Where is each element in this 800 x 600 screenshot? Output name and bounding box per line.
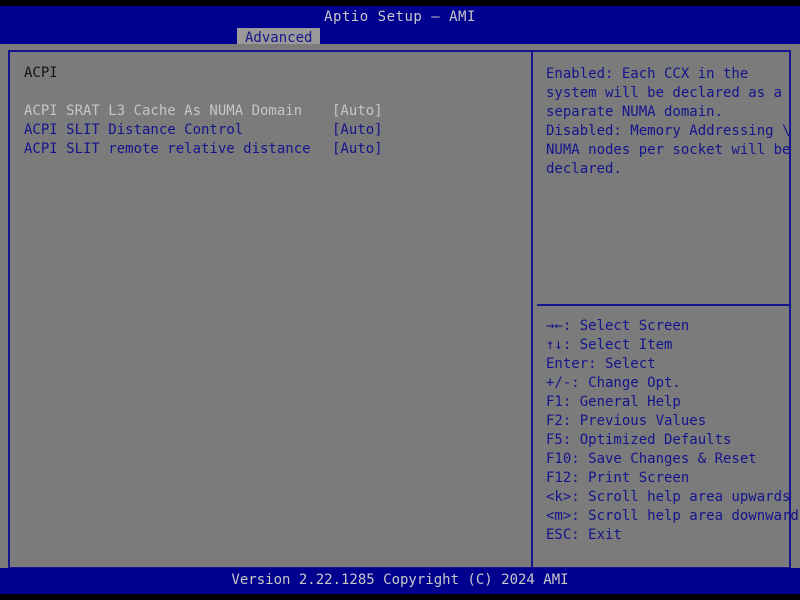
content-area: ACPI ACPI SRAT L3 Cache As NUMA Domain [A… xyxy=(0,44,800,568)
legend-line: F2: Previous Values xyxy=(546,412,796,431)
setting-label: ACPI SLIT Distance Control xyxy=(24,121,243,140)
setting-label: ACPI SRAT L3 Cache As NUMA Domain xyxy=(24,102,302,121)
help-column: Enabled: Each CCX in thesystem will be d… xyxy=(533,52,789,567)
version-text: Version 2.22.1285 Copyright (C) 2024 AMI xyxy=(0,572,800,588)
help-line: separate NUMA domain. xyxy=(546,103,794,122)
legend-line: F12: Print Screen xyxy=(546,469,796,488)
setting-row: ACPI SRAT L3 Cache As NUMA Domain [Auto] xyxy=(24,102,514,121)
help-line: NUMA nodes per socket will be xyxy=(546,141,794,160)
setting-value[interactable]: [Auto] xyxy=(332,121,383,140)
setting-row[interactable]: ACPI SLIT Distance Control [Auto] xyxy=(24,121,514,140)
help-line: Disabled: Memory Addressing \ xyxy=(546,122,794,141)
help-description: Enabled: Each CCX in thesystem will be d… xyxy=(546,65,794,179)
title-bar: Aptio Setup – AMI Advanced xyxy=(0,6,800,44)
settings-column: ACPI ACPI SRAT L3 Cache As NUMA Domain [A… xyxy=(10,52,531,567)
settings-list[interactable]: ACPI SRAT L3 Cache As NUMA Domain[Auto]A… xyxy=(24,102,514,159)
setting-value: [Auto] xyxy=(332,102,383,121)
legend-line: ↑↓: Select Item xyxy=(546,336,796,355)
legend-line: F1: General Help xyxy=(546,393,796,412)
legend-line: F10: Save Changes & Reset xyxy=(546,450,796,469)
help-line: declared. xyxy=(546,160,794,179)
key-legend: →←: Select Screen↑↓: Select ItemEnter: S… xyxy=(546,317,796,545)
legend-line: +/-: Change Opt. xyxy=(546,374,796,393)
horizontal-divider xyxy=(537,304,789,306)
help-line: system will be declared as a xyxy=(546,84,794,103)
legend-line: <k>: Scroll help area upwards xyxy=(546,488,796,507)
section-heading: ACPI xyxy=(24,65,58,81)
legend-line: F5: Optimized Defaults xyxy=(546,431,796,450)
setting-label: ACPI SLIT remote relative distance xyxy=(24,140,311,159)
legend-line: ESC: Exit xyxy=(546,526,796,545)
legend-line: <m>: Scroll help area downwards xyxy=(546,507,796,526)
page-title: Aptio Setup – AMI xyxy=(0,9,800,25)
legend-line: →←: Select Screen xyxy=(546,317,796,336)
help-line: Enabled: Each CCX in the xyxy=(546,65,794,84)
setting-row[interactable]: ACPI SLIT remote relative distance [Auto] xyxy=(24,140,514,159)
legend-line: Enter: Select xyxy=(546,355,796,374)
settings-panel: ACPI ACPI SRAT L3 Cache As NUMA Domain [A… xyxy=(8,50,791,569)
setting-value[interactable]: [Auto] xyxy=(332,140,383,159)
bios-setup-screen: Aptio Setup – AMI Advanced ACPI ACPI SRA… xyxy=(0,0,800,600)
footer-bar: Version 2.22.1285 Copyright (C) 2024 AMI xyxy=(0,568,800,594)
